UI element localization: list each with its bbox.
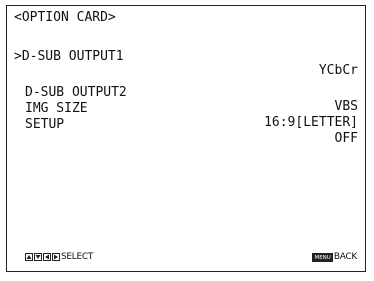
select-hint: SELECT [25,251,93,263]
menu-item-label: SETUP [25,117,65,132]
down-arrow-icon [34,253,42,261]
menu-item-img-size[interactable]: IMG SIZE 16:9[LETTER] [7,88,365,130]
osd-menu-screen: <OPTION CARD> >D-SUB OUTPUT1 YCbCr D-SUB… [6,5,366,272]
menu-key-icon: MENU [312,252,333,262]
menu-item-setup[interactable]: SETUP OFF [7,104,365,146]
left-arrow-icon [43,253,51,261]
cursor-indicator: > [14,49,22,64]
select-label: SELECT [61,252,94,262]
menu-item-value: 16:9[LETTER] [264,115,358,130]
menu-footer: SELECT MENU BACK [7,251,365,263]
menu-title: <OPTION CARD> [14,10,116,25]
back-label: BACK [333,252,357,262]
menu-item-label: D-SUB OUTPUT1 [21,49,124,64]
menu-item-label-with-cursor: >D-SUB OUTPUT1 [14,50,124,64]
back-hint: MENU BACK [312,251,357,263]
up-arrow-icon [25,253,33,261]
menu-item-dsub-output2[interactable]: D-SUB OUTPUT2 VBS [7,72,365,114]
menu-item-value: OFF [334,131,358,146]
right-arrow-icon [52,253,60,261]
menu-item-dsub-output1[interactable]: >D-SUB OUTPUT1 YCbCr [7,36,365,78]
